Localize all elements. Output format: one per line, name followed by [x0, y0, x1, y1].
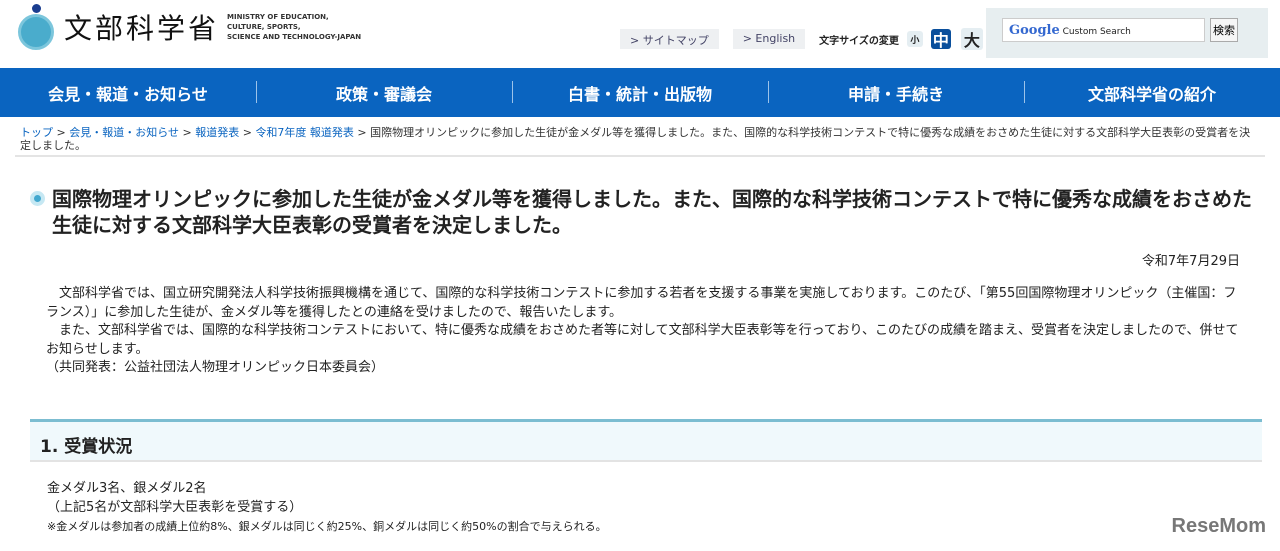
breadcrumb-r7-releases[interactable]: 令和7年度 報道発表 [255, 126, 354, 139]
search-area: Google Custom Search 検索 [986, 8, 1268, 58]
divider [15, 155, 1265, 157]
section-heading: 1. 受賞状況 [30, 419, 1262, 462]
result-line: 金メダル3名、銀メダル2名 [47, 481, 207, 496]
logo-en-line: CULTURE, SPORTS, [227, 23, 301, 31]
mext-logo[interactable]: 文部科学省 MINISTRY OF EDUCATION, CULTURE, SP… [18, 4, 361, 50]
publish-date: 令和7年7月29日 [1141, 254, 1240, 269]
title-bullet-icon [30, 191, 45, 206]
search-placeholder: Custom Search [1062, 27, 1131, 37]
article-body: 文部科学省では、国立研究開発法人科学技術振興機構を通じて、国際的な科学技術コンテ… [46, 285, 1246, 378]
breadcrumb-press[interactable]: 会見・報道・お知らせ [69, 126, 179, 139]
english-link[interactable]: > English [732, 29, 806, 49]
paragraph: （共同発表：公益社団法人物理オリンピック日本委員会） [46, 360, 385, 375]
resemom-watermark: ReseMom [1171, 515, 1266, 537]
font-size-small-button[interactable]: 小 [906, 31, 923, 47]
sitemap-link[interactable]: > サイトマップ [620, 29, 719, 49]
global-nav: 会見・報道・お知らせ 政策・審議会 白書・統計・出版物 申請・手続き 文部科学省… [0, 68, 1280, 117]
logo-english: MINISTRY OF EDUCATION, CULTURE, SPORTS, … [227, 12, 361, 42]
site-header: 文部科学省 MINISTRY OF EDUCATION, CULTURE, SP… [0, 0, 1280, 68]
breadcrumb-top[interactable]: トップ [20, 126, 53, 139]
logo-en-line: MINISTRY OF EDUCATION, [227, 13, 329, 21]
result-line: （上記5名が文部科学大臣表彰を受賞する） [47, 500, 303, 515]
breadcrumb: トップ > 会見・報道・お知らせ > 報道発表 > 令和7年度 報道発表 > 国… [20, 126, 1251, 152]
paragraph: 文部科学省では、国立研究開発法人科学技術振興機構を通じて、国際的な科学技術コンテ… [46, 286, 1237, 320]
nav-publications[interactable]: 白書・統計・出版物 [512, 68, 768, 117]
font-size-large-button[interactable]: 大 [960, 28, 983, 50]
logo-text: 文部科学省 [64, 12, 220, 45]
nav-about[interactable]: 文部科学省の紹介 [1024, 68, 1280, 117]
logo-emblem-icon [18, 4, 54, 50]
font-size-medium-button[interactable]: 中 [930, 29, 951, 50]
search-input[interactable]: Google Custom Search [1002, 18, 1205, 42]
nav-policy[interactable]: 政策・審議会 [256, 68, 512, 117]
font-size-label: 文字サイズの変更 [819, 35, 899, 47]
breadcrumb-releases[interactable]: 報道発表 [195, 126, 239, 139]
search-button[interactable]: 検索 [1210, 18, 1238, 42]
page-title: 国際物理オリンピックに参加した生徒が金メダル等を獲得しました。また、国際的な科学… [52, 187, 1252, 237]
award-results: 金メダル3名、銀メダル2名 （上記5名が文部科学大臣表彰を受賞する） ※金メダル… [47, 479, 607, 536]
result-note: ※金メダルは参加者の成績上位約8%、銀メダルは同じく約25%、銅メダルは同じく約… [47, 520, 607, 533]
nav-press[interactable]: 会見・報道・お知らせ [0, 68, 256, 117]
google-logo: Google [1009, 23, 1060, 38]
logo-en-line: SCIENCE AND TECHNOLOGY-JAPAN [227, 33, 362, 41]
paragraph: また、文部科学省では、国際的な科学技術コンテストにおいて、特に優秀な成績をおさめ… [46, 323, 1239, 357]
nav-applications[interactable]: 申請・手続き [768, 68, 1024, 117]
